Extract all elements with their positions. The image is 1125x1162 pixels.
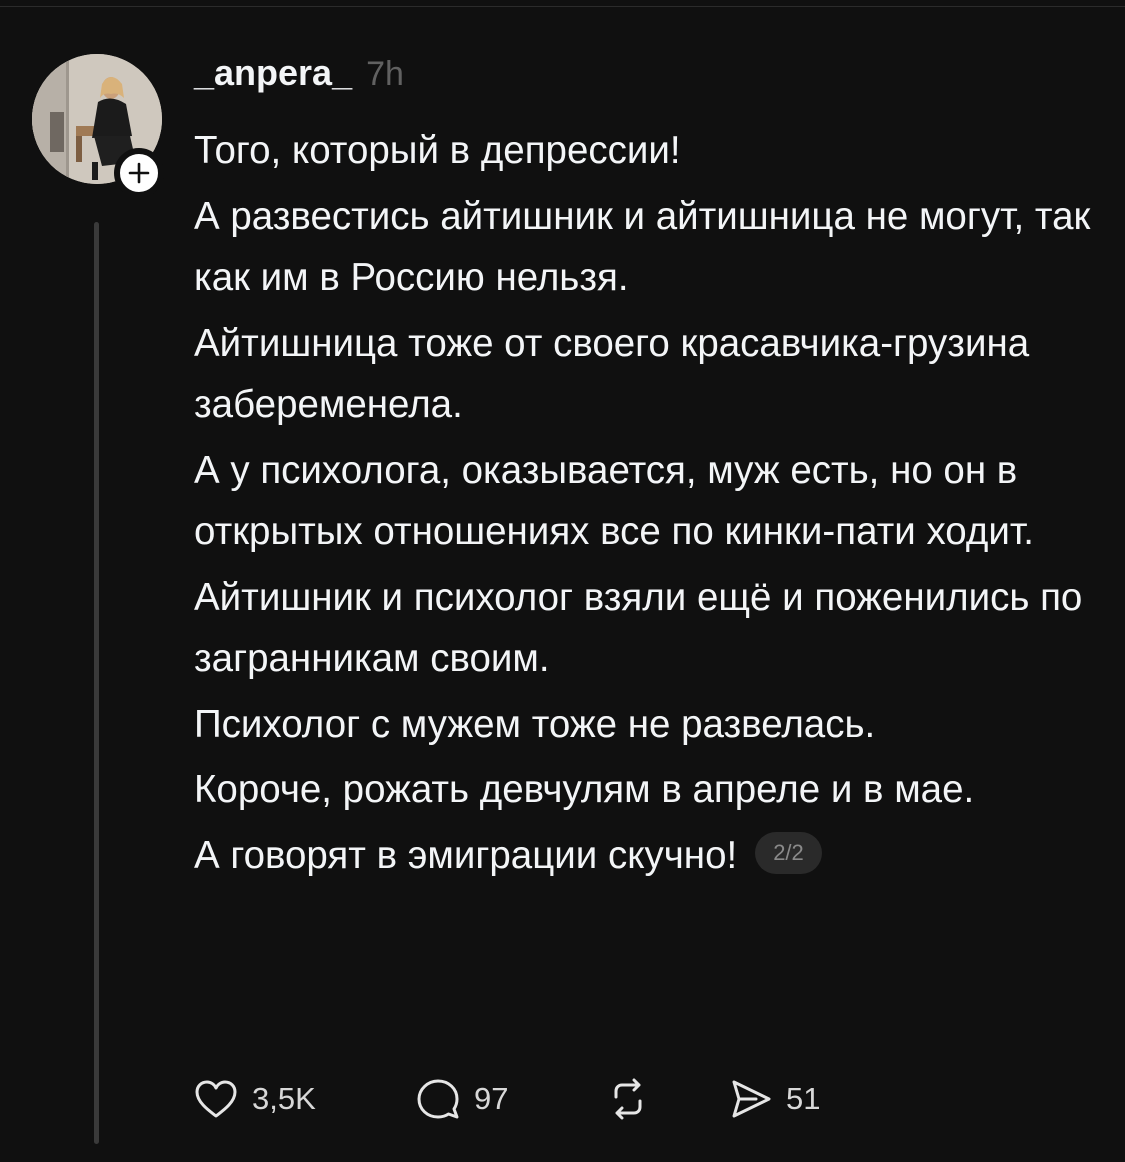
plus-icon — [128, 162, 150, 184]
top-divider — [0, 6, 1125, 7]
username[interactable]: _anpera_ — [194, 52, 352, 94]
post-time: 7h — [366, 55, 404, 93]
send-icon — [732, 1080, 771, 1118]
heart-icon — [195, 1080, 237, 1118]
post-paragraph: А у психолога, оказывается, муж есть, но… — [194, 448, 1034, 554]
post-paragraph: А развестись айтишник и айтишница не мог… — [194, 194, 1091, 300]
page-indicator: 2/2 — [755, 832, 822, 875]
action-bar: 3,5K 97 51 — [192, 1072, 866, 1126]
post-paragraph: Того, который в депрессии! — [194, 129, 681, 172]
post-paragraph: Айтишник и психолог взяли ещё и поженили… — [194, 575, 1083, 681]
post-paragraph: Психолог с мужем тоже не развелась. — [194, 702, 876, 746]
share-count: 51 — [786, 1081, 821, 1116]
repost-icon — [614, 1078, 642, 1120]
follow-button[interactable] — [114, 148, 164, 198]
post-header: _anpera_ 7h — [194, 52, 404, 102]
post-paragraph: Айтишница тоже от своего красавчика-груз… — [194, 321, 1030, 427]
avatar-container[interactable] — [32, 54, 164, 198]
share-button[interactable]: 51 — [726, 1075, 866, 1123]
post-paragraph: А говорят в эмиграции скучно! — [194, 833, 738, 877]
post-last-paragraph: А говорят в эмиграции скучно! 2/2 — [194, 825, 1106, 887]
reply-count: 97 — [474, 1081, 509, 1116]
reply-button[interactable]: 97 — [414, 1075, 604, 1123]
thread-line — [94, 222, 99, 1144]
comment-bubble-icon — [417, 1079, 459, 1119]
like-count: 3,5K — [252, 1081, 316, 1116]
repost-button[interactable] — [604, 1075, 726, 1123]
post-body: Того, который в депрессии! А развестись … — [194, 120, 1106, 890]
post-paragraph: Короче, рожать девчулям в апреле и в мае… — [194, 768, 975, 811]
like-button[interactable]: 3,5K — [192, 1075, 414, 1123]
